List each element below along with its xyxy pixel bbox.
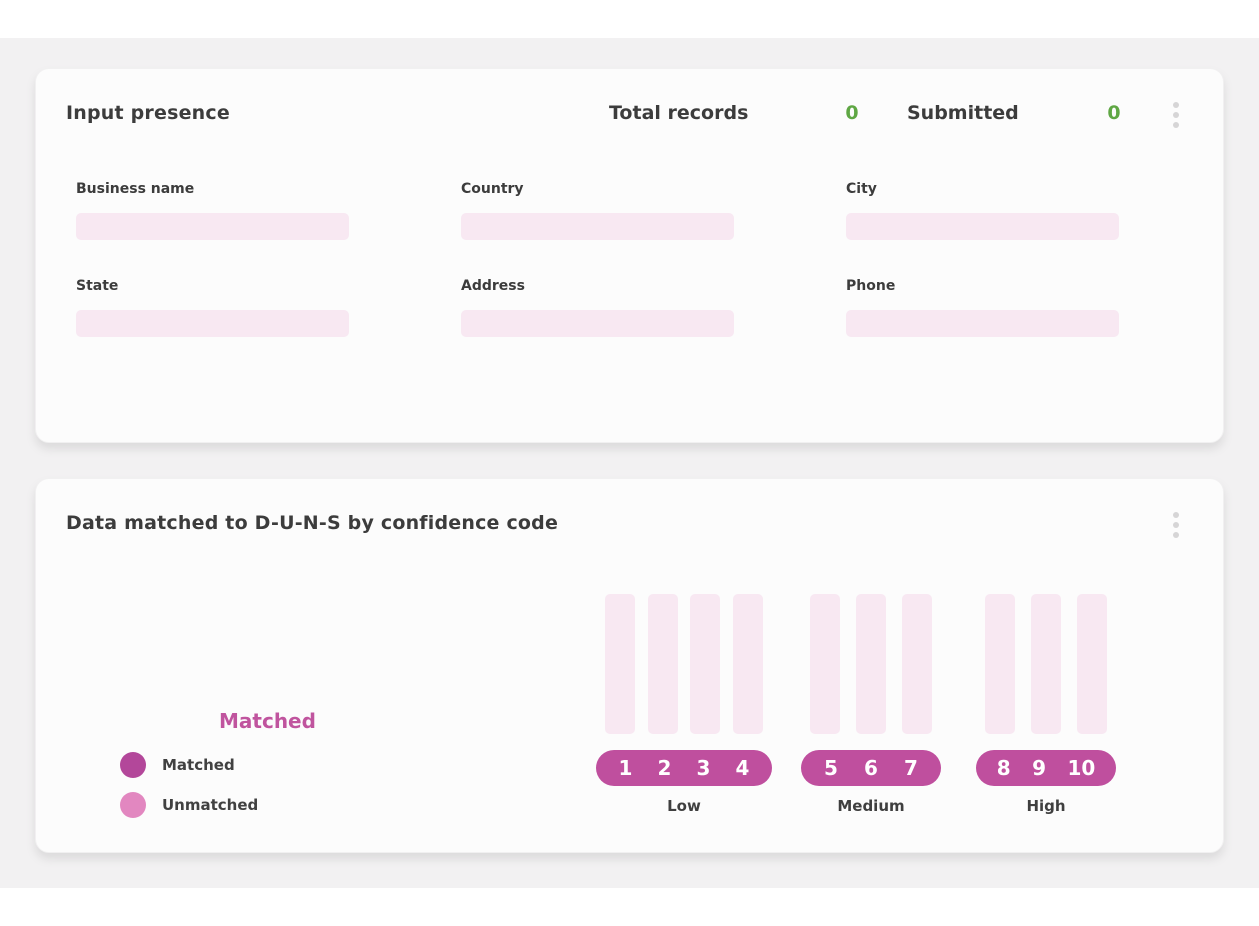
input-presence-card: Input presence Total records 0 Submitted…	[35, 68, 1224, 443]
field-address: Address	[461, 278, 734, 337]
matched-legend-dot-icon	[120, 752, 146, 778]
placeholder-bar-6	[856, 594, 886, 734]
field-city: City	[846, 181, 1119, 240]
kebab-dot	[1173, 112, 1179, 118]
field-label: Country	[461, 181, 734, 197]
field-placeholder-bar	[461, 213, 734, 240]
submitted-label: Submitted	[907, 102, 1019, 124]
field-placeholder-bar	[846, 213, 1119, 240]
field-phone: Phone	[846, 278, 1119, 337]
legend-item-unmatched[interactable]: Unmatched	[120, 792, 258, 818]
field-country: Country	[461, 181, 734, 240]
confidence-pill-low[interactable]: 1 2 3 4	[596, 750, 772, 786]
unmatched-legend-dot-icon	[120, 792, 146, 818]
confidence-code: 7	[904, 756, 918, 780]
confidence-code: 3	[697, 756, 711, 780]
placeholder-bar-3	[690, 594, 720, 734]
confidence-pill-medium[interactable]: 5 6 7	[801, 750, 941, 786]
kebab-dot	[1173, 102, 1179, 108]
confidence-code: 1	[619, 756, 633, 780]
confidence-code: 5	[824, 756, 838, 780]
placeholder-bar-2	[648, 594, 678, 734]
field-label: Address	[461, 278, 734, 294]
placeholder-bar-5	[810, 594, 840, 734]
confidence-code: 8	[997, 756, 1011, 780]
card-title-confidence: Data matched to D-U-N-S by confidence co…	[66, 512, 558, 534]
field-placeholder-bar	[461, 310, 734, 337]
confidence-group-low: 1 2 3 4 Low	[596, 594, 772, 815]
bar-cluster	[976, 594, 1116, 734]
field-placeholder-bar	[846, 310, 1119, 337]
confidence-group-medium: 5 6 7 Medium	[801, 594, 941, 815]
bar-cluster	[596, 594, 772, 734]
field-state: State	[76, 278, 349, 337]
placeholder-bar-1	[605, 594, 635, 734]
submitted-value: 0	[1092, 102, 1136, 124]
confidence-pill-high[interactable]: 8 9 10	[976, 750, 1116, 786]
confidence-code: 2	[658, 756, 672, 780]
kebab-menu-icon[interactable]	[1162, 98, 1190, 132]
field-label: State	[76, 278, 349, 294]
chart-legend: Matched Unmatched	[120, 752, 258, 832]
confidence-group-high: 8 9 10 High	[976, 594, 1116, 815]
total-records-value: 0	[830, 102, 874, 124]
card-title-input-presence: Input presence	[66, 102, 230, 124]
confidence-code: 4	[736, 756, 750, 780]
bar-cluster	[801, 594, 941, 734]
placeholder-bar-7	[902, 594, 932, 734]
kebab-menu-icon[interactable]	[1162, 508, 1190, 542]
group-label-high: High	[976, 797, 1116, 815]
kebab-dot	[1173, 122, 1179, 128]
field-label: Business name	[76, 181, 349, 197]
kebab-dot	[1173, 512, 1179, 518]
field-label: City	[846, 181, 1119, 197]
confidence-code: 10	[1067, 756, 1095, 780]
placeholder-bar-8	[985, 594, 1015, 734]
legend-label: Unmatched	[162, 796, 258, 814]
total-records-label: Total records	[609, 102, 748, 124]
matched-series-label: Matched	[219, 709, 316, 733]
legend-item-matched[interactable]: Matched	[120, 752, 258, 778]
legend-label: Matched	[162, 756, 235, 774]
field-placeholder-bar	[76, 310, 349, 337]
placeholder-bar-10	[1077, 594, 1107, 734]
placeholder-bar-4	[733, 594, 763, 734]
kebab-dot	[1173, 532, 1179, 538]
confidence-code-card: Data matched to D-U-N-S by confidence co…	[35, 478, 1224, 853]
field-placeholder-bar	[76, 213, 349, 240]
group-label-low: Low	[596, 797, 772, 815]
field-label: Phone	[846, 278, 1119, 294]
placeholder-bar-9	[1031, 594, 1061, 734]
confidence-code: 6	[864, 756, 878, 780]
group-label-medium: Medium	[801, 797, 941, 815]
field-business-name: Business name	[76, 181, 349, 240]
confidence-code: 9	[1032, 756, 1046, 780]
kebab-dot	[1173, 522, 1179, 528]
input-presence-fields: Business name Country City State Address…	[76, 181, 1119, 337]
